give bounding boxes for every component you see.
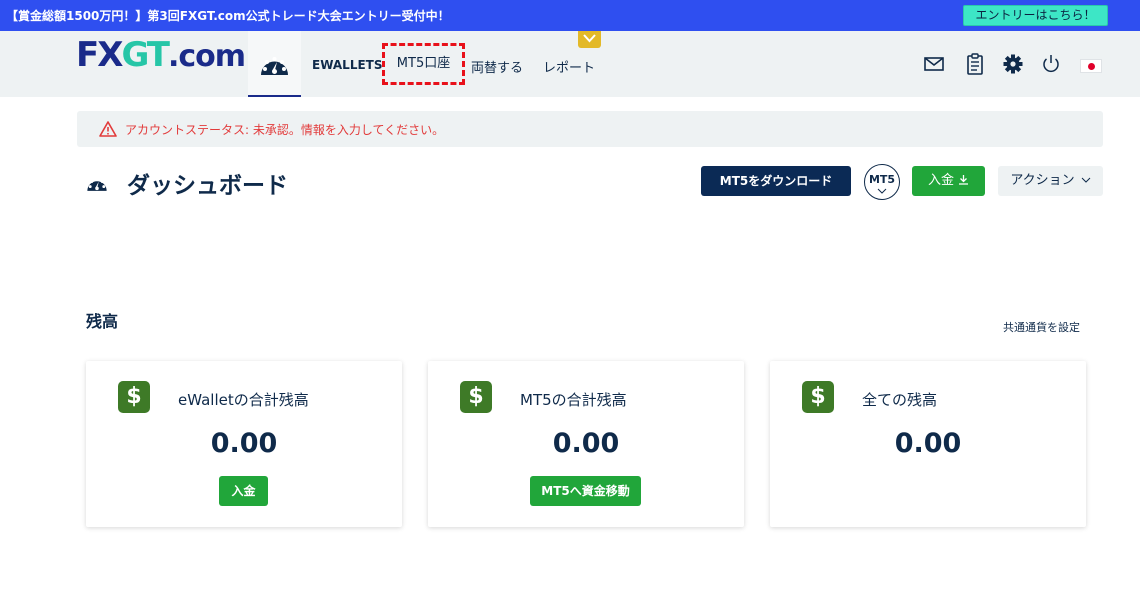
transfer-to-mt5-button[interactable]: MT5へ資金移動 (530, 476, 641, 506)
nav-dashboard[interactable] (248, 31, 301, 97)
card-title: eWalletの合計残高 (178, 391, 309, 409)
card-amount: 0.00 (894, 428, 962, 459)
japan-flag-icon (1088, 63, 1095, 70)
action-dropdown[interactable]: アクション (998, 166, 1103, 196)
platform-select-button[interactable]: MT5 (864, 164, 900, 200)
balance-title: 残高 (86, 312, 119, 331)
platform-label: MT5 (868, 173, 896, 186)
account-status-alert: アカウントステータス: 未承認。情報を入力してください。 (77, 111, 1103, 147)
mail-button[interactable] (923, 53, 945, 75)
nav-ewallets[interactable]: EWALLETS (312, 58, 383, 72)
promo-banner: 【賞金総額1500万円！】第3回FXGT.com公式トレード大会エントリー受付中… (0, 0, 1140, 31)
warning-icon (99, 121, 117, 137)
ewallet-balance-card: $ eWalletの合計残高 0.00 入金 (86, 361, 402, 527)
reports-button[interactable] (964, 53, 986, 75)
alert-text: アカウントステータス: 未承認。情報を入力してください。 (125, 123, 445, 137)
language-selector[interactable] (1080, 59, 1102, 73)
dashboard-gauge-icon (87, 178, 107, 191)
dashboard-gauge-icon (261, 57, 288, 75)
nav-report[interactable]: レポート (543, 57, 595, 76)
page-title: ダッシュボード (127, 173, 288, 199)
dollar-icon: $ (460, 381, 492, 413)
nav-mt5-account[interactable]: MT5口座 (382, 43, 465, 85)
card-amount: 0.00 (552, 428, 620, 459)
nav-collapse-toggle[interactable] (578, 31, 601, 48)
card-amount: 0.00 (210, 428, 278, 459)
chevron-down-icon (1081, 177, 1091, 183)
download-mt5-button[interactable]: MT5をダウンロード (701, 166, 851, 196)
header: FXGT.com EWALLETS MT5口座 両替する レポート (0, 31, 1140, 97)
logo-com: .com (167, 39, 246, 74)
deposit-button[interactable]: 入金 (912, 166, 985, 196)
mt5-balance-card: $ MT5の合計残高 0.00 MT5へ資金移動 (428, 361, 744, 527)
entry-button[interactable]: エントリーはこちら！ (963, 5, 1108, 26)
chevron-down-icon (877, 188, 887, 194)
total-balance-card: $ 全ての残高 0.00 (770, 361, 1086, 527)
gear-icon (1003, 54, 1023, 74)
dollar-icon: $ (118, 381, 150, 413)
card-title: 全ての残高 (862, 391, 938, 409)
nav-exchange[interactable]: 両替する (471, 57, 523, 76)
action-label: アクション (1010, 173, 1075, 188)
logo-gt: GT (121, 35, 169, 75)
download-arrow-icon (959, 175, 968, 185)
fxgt-logo[interactable]: FXGT.com (76, 35, 246, 75)
deposit-label: 入金 (927, 173, 954, 188)
logo-fx: FX (76, 35, 123, 75)
card-title: MT5の合計残高 (520, 391, 627, 409)
power-icon (1043, 55, 1059, 73)
dollar-icon: $ (802, 381, 834, 413)
mail-icon (924, 57, 944, 71)
logout-button[interactable] (1040, 53, 1062, 75)
ewallet-deposit-button[interactable]: 入金 (219, 476, 268, 506)
clipboard-icon (967, 53, 983, 75)
settings-button[interactable] (1002, 53, 1024, 75)
chevron-down-icon (583, 34, 596, 43)
set-common-currency-link[interactable]: 共通通貨を設定 (1003, 319, 1080, 335)
promo-text: 【賞金総額1500万円！】第3回FXGT.com公式トレード大会エントリー受付中… (6, 9, 450, 23)
